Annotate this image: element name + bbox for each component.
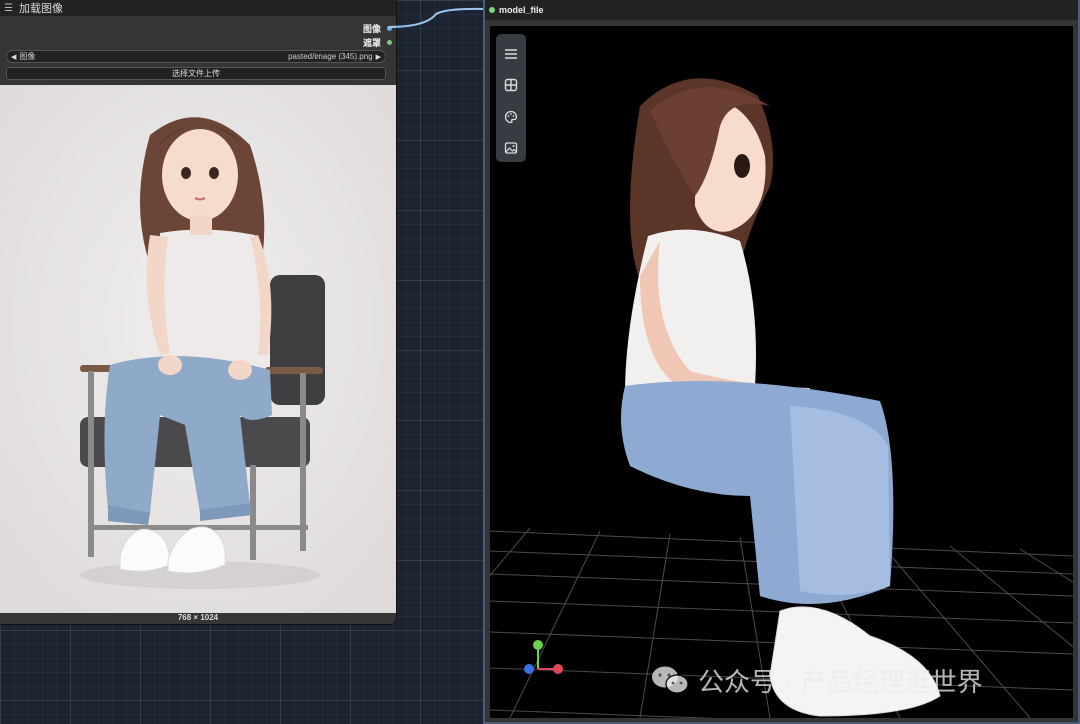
output-mask-label: 遮罩 xyxy=(362,38,381,48)
girl-in-chair-illustration xyxy=(0,85,396,613)
upload-button[interactable]: 选择文件上传 xyxy=(6,67,386,80)
node-menu-icon[interactable]: ☰ xyxy=(4,3,13,14)
watermark: 公众号 · 产品经理逛世界 xyxy=(650,664,983,697)
node-titlebar[interactable]: model_file xyxy=(485,0,1078,20)
watermark-platform: 公众号 xyxy=(698,666,777,697)
image-dimensions: 768 × 1024 xyxy=(177,613,219,622)
image-preview xyxy=(0,85,396,613)
menu-icon[interactable] xyxy=(500,40,522,68)
combo-prev-arrow-icon[interactable]: ◀ xyxy=(11,53,16,61)
output-mask-slot[interactable] xyxy=(387,40,392,45)
image-icon[interactable] xyxy=(500,135,522,163)
node-title: model_file xyxy=(499,5,544,15)
combo-next-arrow-icon[interactable]: ▶ xyxy=(376,53,381,61)
grid-layout-icon[interactable] xyxy=(500,72,522,100)
combo-label: 图像 xyxy=(19,52,36,61)
watermark-account: 产品经理逛世界 xyxy=(800,666,983,697)
input-slot[interactable] xyxy=(489,7,495,13)
wechat-icon xyxy=(652,666,689,694)
viewer-toolbar xyxy=(496,34,526,162)
node-title: 加载图像 xyxy=(18,3,63,15)
combo-value: pasted/image (345).png xyxy=(288,52,373,61)
watermark-separator: · xyxy=(784,664,793,695)
palette-icon[interactable] xyxy=(500,103,522,131)
node-titlebar[interactable]: ☰ 加载图像 xyxy=(0,0,396,16)
image-combo-widget[interactable]: ◀ 图像 pasted/image (345).png ▶ xyxy=(6,50,386,63)
link-wire[interactable] xyxy=(386,0,486,40)
load-image-node[interactable]: ☰ 加载图像 图像 遮罩 ◀ 图像 pasted/image (345).png… xyxy=(0,0,396,624)
preview-3d-node[interactable]: model_file xyxy=(483,0,1080,724)
output-image-label: 图像 xyxy=(362,24,381,34)
3d-viewport[interactable] xyxy=(490,26,1073,718)
3d-scene xyxy=(490,78,1073,718)
